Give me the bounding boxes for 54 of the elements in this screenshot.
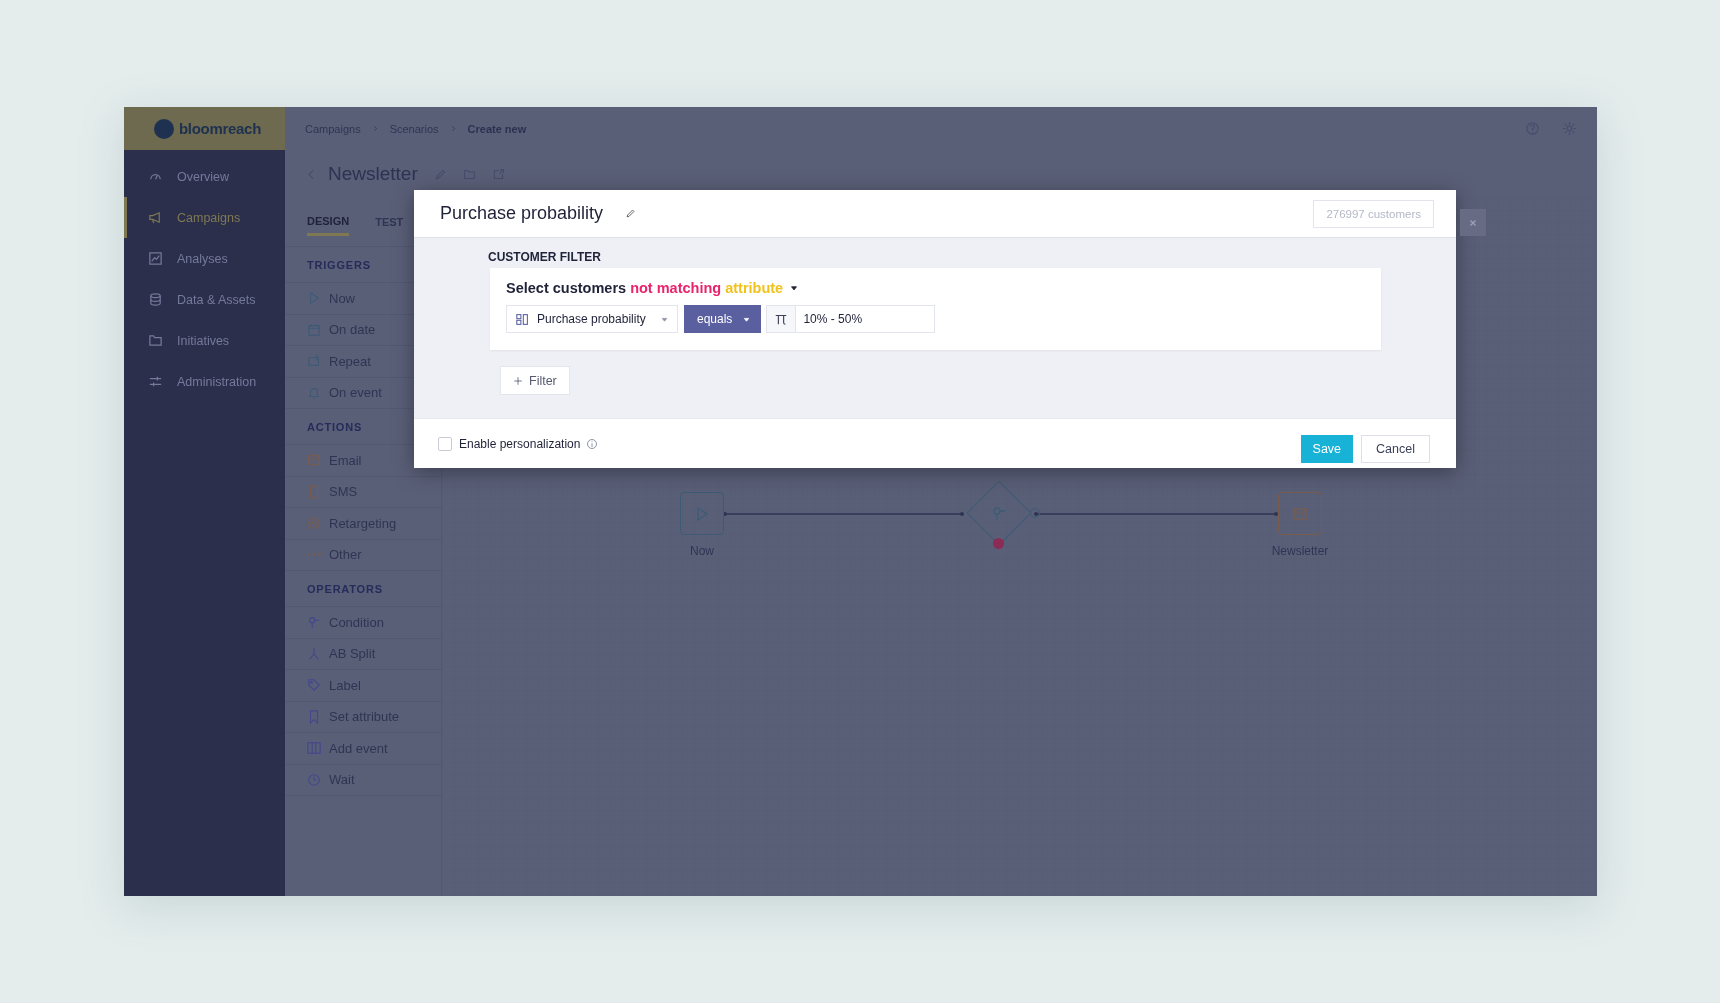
tab[interactable]: DESIGN <box>307 208 350 236</box>
dots-icon <box>307 553 321 557</box>
repeat-icon <box>307 354 321 369</box>
close-icon <box>1468 217 1478 228</box>
calendar-icon <box>307 322 321 337</box>
attribute-icon <box>516 312 529 326</box>
info-icon[interactable] <box>586 437 599 450</box>
condition-icon <box>991 505 1007 521</box>
value-field[interactable]: 10% - 50% <box>795 305 936 333</box>
phone-icon <box>307 484 321 499</box>
error-badge-icon <box>993 538 1004 549</box>
envelope-icon <box>307 453 321 468</box>
pi-icon <box>774 312 789 326</box>
logo-icon <box>154 118 174 139</box>
trigger-node[interactable] <box>680 492 724 535</box>
checkbox-label: Enable personalization <box>459 436 581 451</box>
edit-icon[interactable] <box>625 208 637 219</box>
nav-item[interactable]: Analyses <box>124 238 285 279</box>
add-filter-button[interactable]: Filter <box>500 366 570 395</box>
plus-icon <box>513 375 523 386</box>
type-toggle[interactable] <box>766 305 796 333</box>
condition-icon <box>307 615 321 630</box>
dialog-title: Purchase probability <box>440 203 604 224</box>
clock-icon <box>307 772 321 787</box>
email-node[interactable] <box>1278 492 1322 535</box>
nav-item[interactable]: Initiatives <box>124 320 285 361</box>
attribute-dropdown[interactable]: Purchase probability <box>506 305 678 333</box>
bookmark-icon <box>307 709 321 724</box>
nav-item[interactable]: Data & Assets <box>124 279 285 320</box>
play-icon <box>307 291 321 306</box>
split-icon <box>307 646 321 661</box>
caret-icon[interactable] <box>789 283 800 293</box>
operator-dropdown[interactable]: equals <box>684 305 762 333</box>
play-icon <box>694 505 710 522</box>
close-button[interactable] <box>1460 209 1486 236</box>
sliders-icon <box>148 374 163 389</box>
envelope-icon <box>1292 505 1308 522</box>
target-icon <box>307 516 321 531</box>
cancel-button[interactable]: Cancel <box>1361 434 1430 463</box>
checkbox[interactable] <box>438 436 452 451</box>
bell-icon <box>307 385 321 400</box>
section-title: CUSTOMER FILTER <box>488 250 602 264</box>
filter-sentence: Select customers not matching attribute <box>506 280 784 296</box>
nav-item[interactable]: Overview <box>124 156 285 197</box>
database-icon <box>148 292 163 307</box>
customer-count: 276997 customers <box>1313 199 1434 228</box>
chart-icon <box>148 251 163 266</box>
logo-text: bloomreach <box>179 120 262 137</box>
folder-icon <box>148 333 163 348</box>
nav-item[interactable]: Administration <box>124 361 285 402</box>
nav-item[interactable]: Campaigns <box>124 197 285 238</box>
save-button[interactable]: Save <box>1300 434 1354 463</box>
megaphone-icon <box>148 210 163 225</box>
tag-icon <box>307 678 321 693</box>
